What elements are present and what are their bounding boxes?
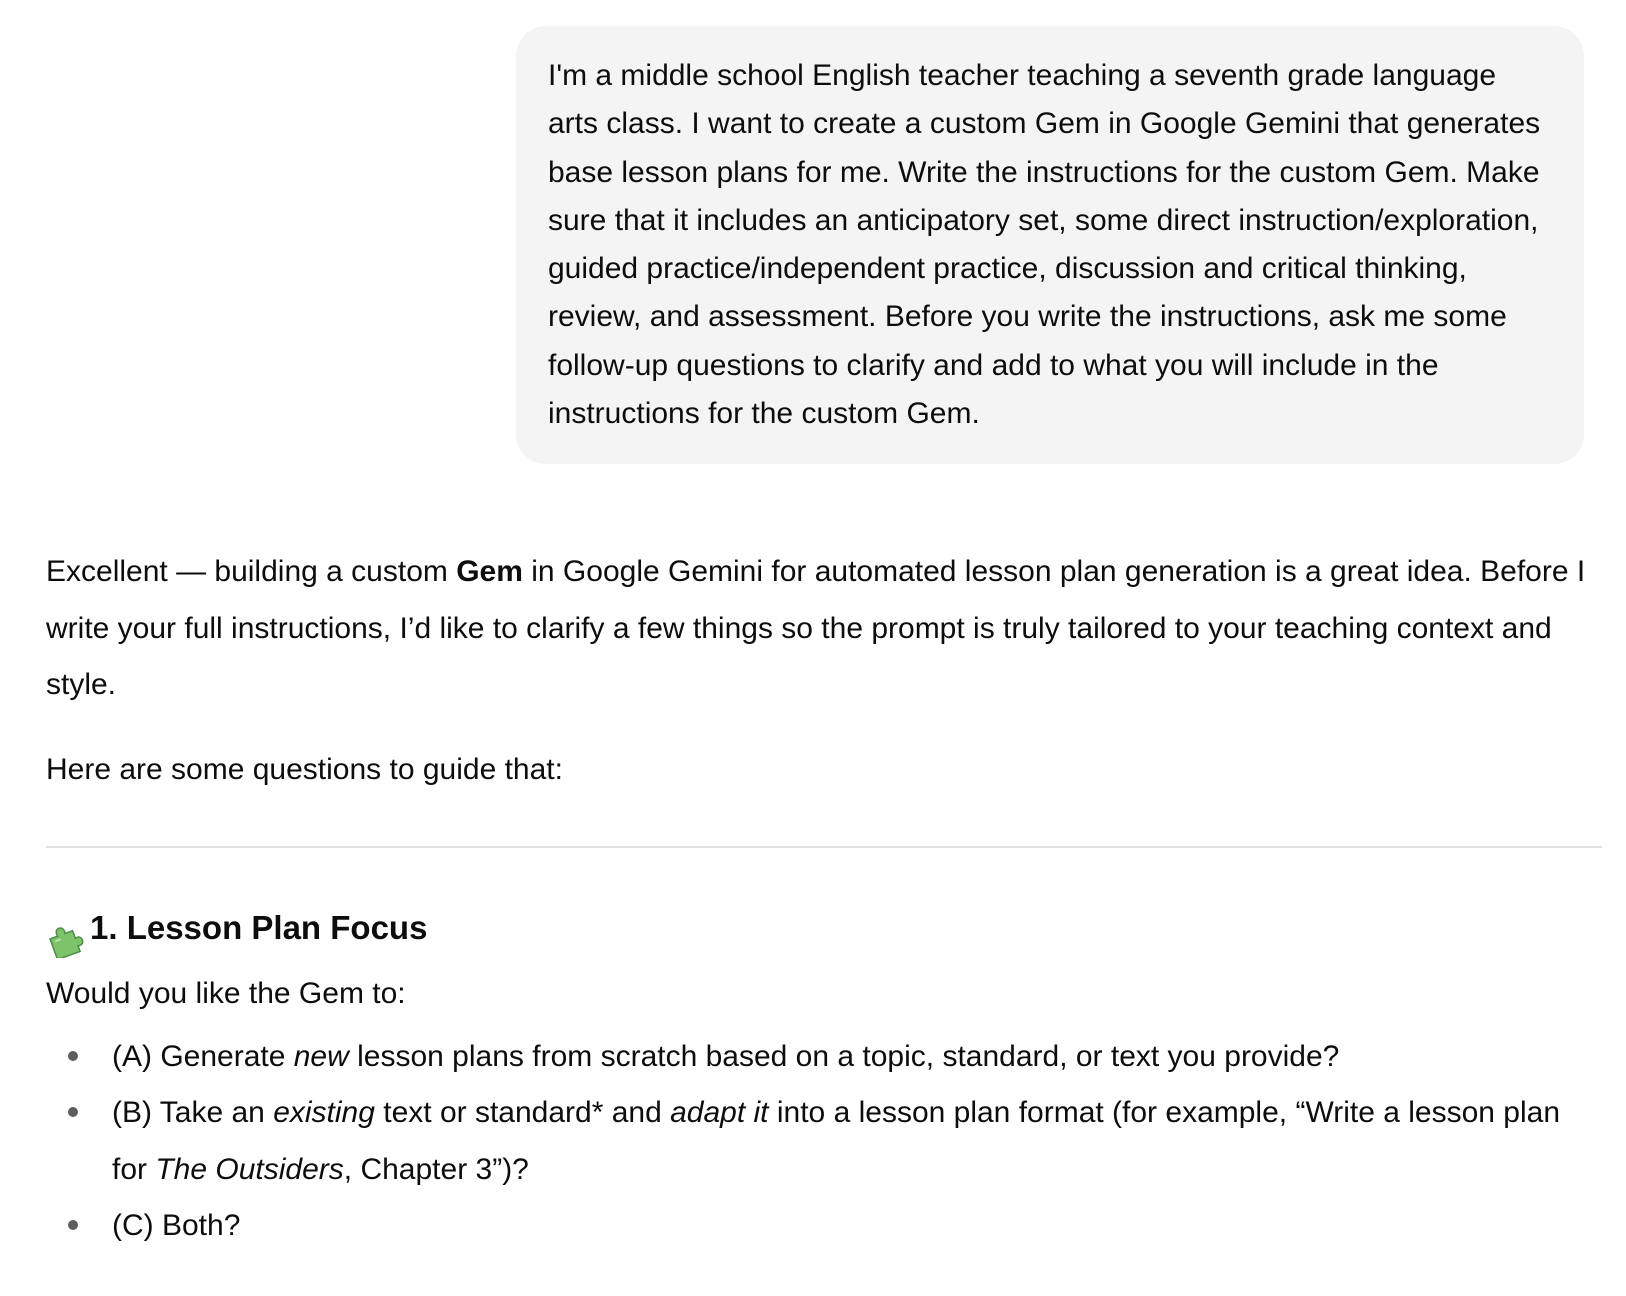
list-item-option-c[interactable]: (C) Both?	[46, 1198, 1602, 1255]
option-b-book-title: The Outsiders	[155, 1152, 344, 1186]
user-message-text[interactable]: I'm a middle school English teacher teac…	[548, 59, 1540, 430]
bullet-icon	[68, 1220, 78, 1230]
list-item-option-a[interactable]: (A) Generate new lesson plans from scrat…	[46, 1029, 1602, 1086]
user-message-row: I'm a middle school English teacher teac…	[0, 26, 1584, 465]
assistant-paragraph-intro[interactable]: Excellent — building a custom Gem in Goo…	[46, 544, 1602, 714]
option-a-text: (A) Generate	[112, 1039, 294, 1073]
option-b-text-2: text or standard* and	[374, 1096, 671, 1129]
option-b-emphasis-existing: existing	[273, 1096, 375, 1129]
section-heading: 1. Lesson Plan Focus	[46, 890, 1602, 966]
section-divider	[46, 846, 1602, 848]
options-list: (A) Generate new lesson plans from scrat…	[46, 1029, 1602, 1255]
option-a-emphasis: new	[293, 1039, 349, 1073]
option-a-rest: lesson plans from scratch based on a top…	[348, 1039, 1340, 1073]
option-b-text-4: , Chapter 3”)?	[343, 1152, 529, 1186]
assistant-paragraph-guide[interactable]: Here are some questions to guide that:	[46, 742, 1602, 799]
section-intro[interactable]: Would you like the Gem to:	[46, 966, 1602, 1023]
list-item-option-b[interactable]: (B) Take an existing text or standard* a…	[46, 1085, 1602, 1198]
section-heading-text: 1. Lesson Plan Focus	[90, 909, 428, 946]
puzzle-piece-icon	[46, 909, 84, 961]
intro-bold-gem: Gem	[456, 555, 523, 588]
option-c-text: (C) Both?	[112, 1209, 241, 1242]
assistant-response: Excellent — building a custom Gem in Goo…	[46, 544, 1602, 1255]
option-b-text: (B) Take an	[112, 1096, 274, 1129]
bullet-icon	[68, 1050, 78, 1061]
intro-text-start: Excellent — building a custom	[46, 555, 457, 588]
option-b-emphasis-adapt: adapt it	[670, 1096, 769, 1129]
bullet-icon	[68, 1107, 78, 1117]
user-message-bubble: I'm a middle school English teacher teac…	[516, 26, 1584, 465]
